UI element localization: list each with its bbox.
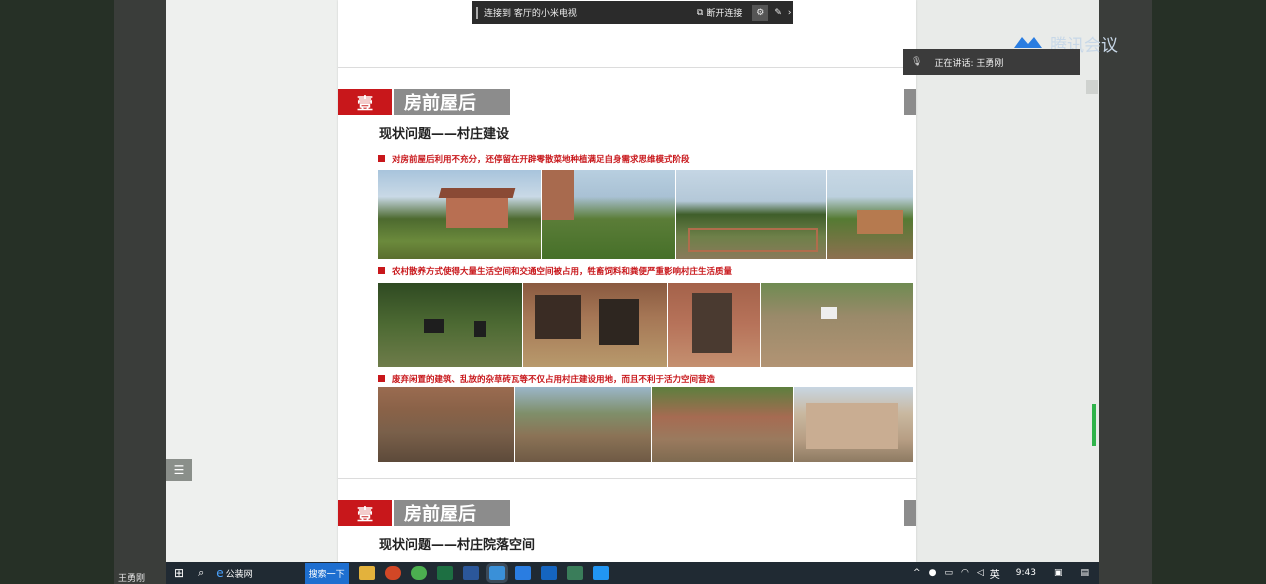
powerpoint-icon[interactable] <box>384 566 401 580</box>
photo-mud-wall-goats <box>761 283 913 367</box>
chevron-up-icon[interactable]: ^ <box>913 568 921 578</box>
photo-field-house <box>542 170 675 259</box>
chart-app-icon[interactable] <box>566 566 583 580</box>
app-icon-active[interactable] <box>485 563 508 583</box>
windows-start-icon[interactable]: ⊞ <box>174 566 184 580</box>
page-separator <box>338 67 916 68</box>
chrome-icon[interactable] <box>410 566 427 580</box>
search-button[interactable]: 搜索一下 <box>304 562 349 584</box>
scrollbar-thumb[interactable] <box>1092 404 1096 446</box>
tencent-meeting-icon[interactable] <box>514 566 531 580</box>
microphone-tray-icon[interactable]: ● <box>929 568 937 578</box>
slide-title: 房前屋后 <box>394 500 510 526</box>
slide-badge: 壹 <box>338 500 392 526</box>
monitor-frame-left <box>114 0 166 584</box>
bullet-text: 农村散养方式使得大量生活空间和交通空间被占用，牲畜饲料和粪便严重影响村庄生活质量 <box>392 267 733 277</box>
disconnect-button[interactable]: 断开连接 <box>706 6 742 19</box>
windows-taskbar: ⊞ ⌕ e 公装网 搜索一下 ^ ● ▭ ◠ ◁ 英 9:43 ▣ ▤ <box>166 562 1099 584</box>
scrollbar-up[interactable] <box>1086 80 1098 94</box>
chevron-right-icon[interactable]: › <box>788 8 792 18</box>
slide-subtitle: 现状问题——村庄院落空间 <box>379 538 536 553</box>
photo-village-plot <box>676 170 826 259</box>
photo-donkeys-forest <box>378 283 522 367</box>
left-bezel <box>0 0 114 584</box>
photo-ruined-houses <box>652 387 793 462</box>
notifications-icon[interactable]: ▤ <box>1080 568 1089 578</box>
speaking-indicator: 🎙 正在讲话: 王勇刚 <box>903 49 1080 75</box>
bullet-marker <box>378 267 385 274</box>
bullet-text: 对房前屋后利用不充分，还停留在开辟零散菜地种植满足自身需求思维模式阶段 <box>392 155 690 165</box>
slide-side-tab <box>904 89 916 115</box>
menu-toggle-icon[interactable]: ☰ <box>166 459 192 481</box>
clock[interactable]: 9:43 <box>1016 568 1036 578</box>
app-icon[interactable] <box>540 566 557 580</box>
right-bezel <box>1152 0 1266 584</box>
file-explorer-icon[interactable] <box>358 566 375 580</box>
bullet-text: 废弃闲置的建筑、乱放的杂草砖瓦等不仅占用村庄建设用地，而且不利于活力空间营造 <box>392 375 716 385</box>
word-icon[interactable] <box>462 566 479 580</box>
bullet-marker <box>378 155 385 162</box>
user-name-tag: 王勇刚 <box>118 574 146 584</box>
wifi-icon[interactable]: ◠ <box>961 568 969 578</box>
microphone-icon: 🎙 <box>911 57 923 67</box>
settings-icon[interactable]: ⚙ <box>752 4 769 21</box>
app-icon[interactable] <box>592 566 609 580</box>
photo-abandoned-building <box>794 387 913 462</box>
ime-indicator[interactable]: 英 <box>990 566 1000 581</box>
photo-branches-yard <box>515 387 651 462</box>
photo-village-houses <box>827 170 913 259</box>
photo-brick-pen <box>668 283 760 367</box>
tencent-meeting-logo-icon <box>1012 34 1044 50</box>
speaking-label: 正在讲话: 王勇刚 <box>934 58 1004 69</box>
slide-title: 房前屋后 <box>394 89 510 115</box>
photo-firewood-pile <box>378 387 514 462</box>
slide-side-tab <box>904 500 916 526</box>
slide-subtitle: 现状问题——村庄建设 <box>379 127 510 142</box>
drag-handle-icon[interactable] <box>476 6 478 19</box>
page-separator <box>338 478 916 479</box>
browser-tab-label[interactable]: 公装网 <box>226 567 253 580</box>
cast-icon: ⧉ <box>696 7 704 18</box>
photo-two-donkeys <box>523 283 667 367</box>
ie-browser-icon[interactable]: e <box>216 566 223 580</box>
pin-icon[interactable]: ✎ <box>774 8 782 18</box>
cast-bar: 连接到 客厅的小米电视 ⧉ 断开连接 ⚙ ✎ › <box>472 1 793 24</box>
shared-screen: 壹 房前屋后 现状问题——村庄建设 对房前屋后利用不充分，还停留在开辟零散菜地种… <box>166 0 1099 562</box>
battery-icon[interactable]: ▭ <box>944 568 953 578</box>
desktop-icon[interactable]: ▣ <box>1054 568 1063 578</box>
excel-icon[interactable] <box>436 566 453 580</box>
bullet-marker <box>378 375 385 382</box>
monitor-frame-right <box>1099 0 1152 584</box>
slide-badge: 壹 <box>338 89 392 115</box>
search-icon[interactable]: ⌕ <box>198 566 204 580</box>
photo-house-garden <box>378 170 541 259</box>
viewer-background <box>916 0 1099 562</box>
cast-status: 连接到 客厅的小米电视 <box>484 9 577 19</box>
volume-icon[interactable]: ◁ <box>977 568 984 578</box>
